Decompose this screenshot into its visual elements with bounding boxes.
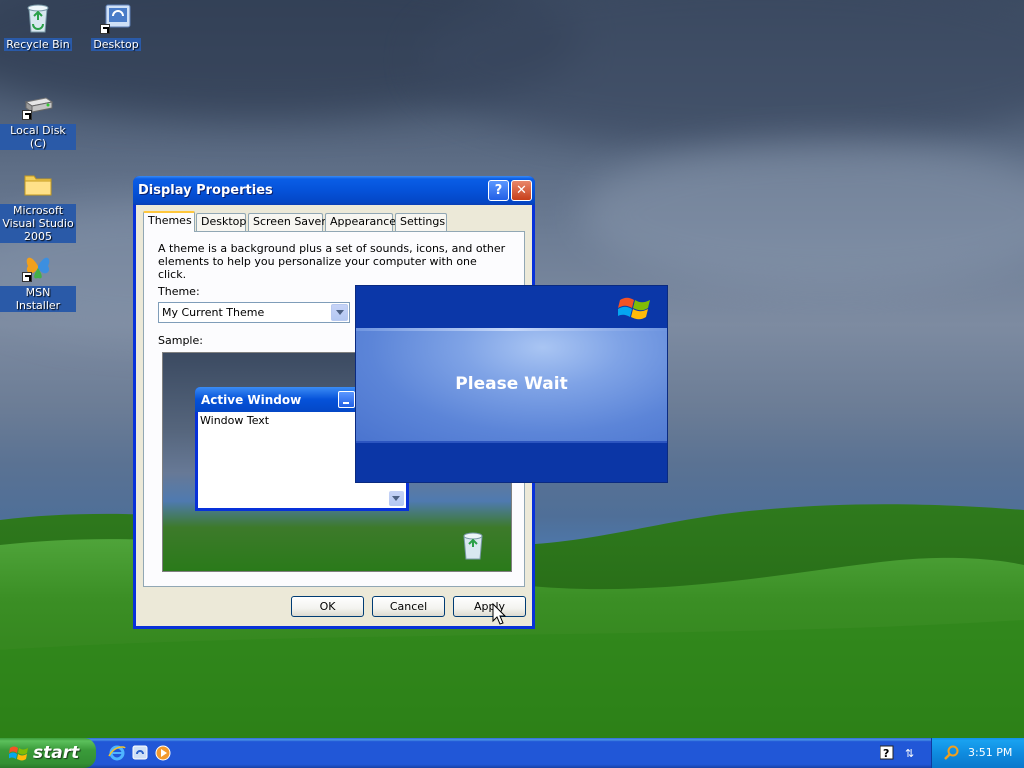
folder-icon bbox=[22, 168, 54, 200]
preview-window-title-text: Active Window bbox=[201, 393, 302, 407]
show-desktop-icon[interactable] bbox=[131, 744, 149, 762]
close-icon: ✕ bbox=[516, 183, 527, 198]
help-tray-icon[interactable]: ? bbox=[879, 745, 894, 760]
theme-dropdown[interactable]: My Current Theme bbox=[158, 302, 350, 323]
taskbar: start ? ⇅ 3:51 PM bbox=[0, 738, 1024, 768]
desktop-icon-label: Local Disk (C) bbox=[0, 124, 76, 150]
minimize-icon bbox=[338, 391, 355, 408]
theme-label: Theme: bbox=[158, 285, 200, 298]
chevron-down-icon bbox=[392, 496, 400, 501]
preview-scroll-arrow bbox=[389, 491, 404, 506]
msn-butterfly-icon bbox=[22, 250, 54, 282]
hard-drive-icon bbox=[22, 88, 54, 120]
ok-button[interactable]: OK bbox=[291, 596, 364, 617]
system-tray: 3:51 PM bbox=[931, 738, 1024, 768]
theme-dropdown-value: My Current Theme bbox=[162, 306, 265, 319]
search-icon[interactable] bbox=[944, 745, 959, 760]
dropdown-arrow-button[interactable] bbox=[331, 304, 348, 321]
desktop-icon-visual-studio-folder[interactable]: Microsoft Visual Studio 2005 bbox=[0, 168, 76, 243]
close-button[interactable]: ✕ bbox=[511, 180, 532, 201]
shortcut-arrow-icon bbox=[100, 24, 110, 34]
desktop-icon-recycle-bin[interactable]: Recycle Bin bbox=[0, 2, 76, 51]
title-bar[interactable]: Display Properties ? ✕ bbox=[133, 176, 535, 205]
internet-explorer-icon[interactable] bbox=[108, 744, 126, 762]
sample-label: Sample: bbox=[158, 334, 203, 347]
mouse-cursor-icon bbox=[492, 602, 507, 627]
recycle-bin-icon bbox=[22, 2, 54, 34]
desktop-icon-desktop[interactable]: Desktop bbox=[78, 2, 154, 51]
start-button[interactable]: start bbox=[0, 738, 96, 768]
windows-logo-icon bbox=[616, 292, 652, 324]
recycle-bin-icon bbox=[459, 531, 487, 561]
help-button[interactable]: ? bbox=[488, 180, 509, 201]
windows-logo-icon bbox=[8, 744, 29, 762]
chevron-down-icon bbox=[336, 310, 344, 315]
desktop-icon-label: Desktop bbox=[91, 38, 141, 51]
start-label: start bbox=[33, 743, 80, 763]
svg-text:?: ? bbox=[883, 747, 889, 760]
please-wait-message: Please Wait bbox=[455, 374, 568, 394]
tab-appearance[interactable]: Appearance bbox=[325, 213, 396, 231]
question-mark-icon: ? bbox=[494, 183, 503, 198]
please-wait-dialog: Please Wait bbox=[355, 285, 668, 483]
theme-description: A theme is a background plus a set of so… bbox=[158, 242, 506, 281]
splash-separator bbox=[356, 441, 667, 443]
desktop-shortcut-icon bbox=[100, 2, 132, 34]
tab-screen-saver[interactable]: Screen Saver bbox=[248, 213, 326, 231]
desktop-icon-label: Microsoft Visual Studio 2005 bbox=[0, 204, 76, 243]
shortcut-arrow-icon bbox=[22, 110, 32, 120]
tab-settings[interactable]: Settings bbox=[395, 213, 447, 231]
window-title: Display Properties bbox=[138, 183, 273, 198]
tab-desktop[interactable]: Desktop bbox=[196, 213, 246, 231]
desktop-icon-msn-installer[interactable]: MSN Installer bbox=[0, 250, 76, 312]
desktop-icon-local-disk[interactable]: Local Disk (C) bbox=[0, 88, 76, 150]
tab-themes[interactable]: Themes bbox=[143, 211, 195, 232]
svg-text:⇅: ⇅ bbox=[905, 747, 914, 760]
media-player-icon[interactable] bbox=[154, 744, 172, 762]
clock[interactable]: 3:51 PM bbox=[968, 746, 1012, 759]
desktop-icon-label: MSN Installer bbox=[0, 286, 76, 312]
apply-button[interactable]: Apply bbox=[453, 596, 526, 617]
shortcut-arrow-icon bbox=[22, 272, 32, 282]
desktop-icon-label: Recycle Bin bbox=[4, 38, 72, 51]
cancel-button[interactable]: Cancel bbox=[372, 596, 445, 617]
network-tray-icon[interactable]: ⇅ bbox=[903, 745, 917, 760]
